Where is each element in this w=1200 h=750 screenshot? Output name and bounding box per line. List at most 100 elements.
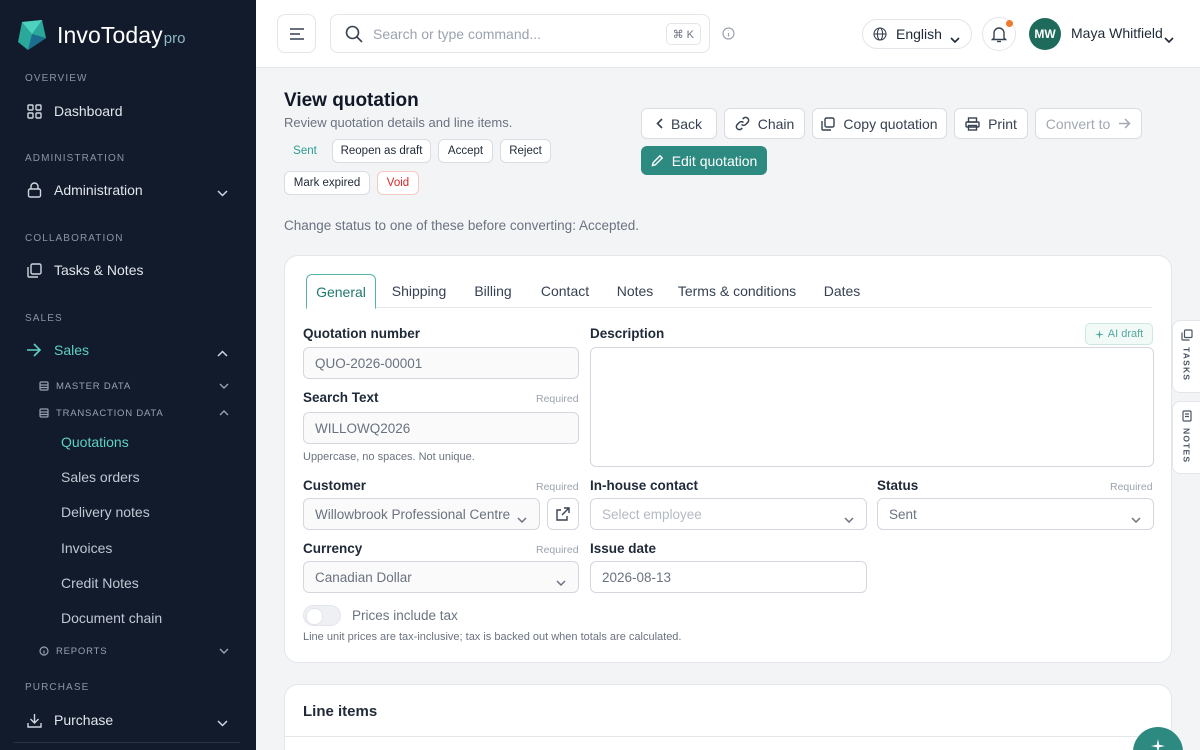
tab-general[interactable]: General [306,274,376,309]
sidebar-group-transaction-data[interactable]: TRANSACTION DATA [39,403,239,423]
tab-dates[interactable]: Dates [812,274,872,308]
sidebar-item-label: Sales [54,342,90,358]
sidebar-group-reports[interactable]: REPORTS [39,641,239,661]
status-select[interactable]: Sent [877,498,1154,530]
divider [285,736,1171,737]
open-customer-button[interactable] [547,498,579,530]
reopen-draft-button[interactable]: Reopen as draft [332,139,431,163]
sidebar-item-invoices[interactable]: Invoices [61,540,112,556]
lock-icon [26,182,42,198]
sidebar-item-sales[interactable]: Sales [0,333,256,367]
notification-dot [1006,20,1013,27]
brand[interactable]: InvoToday pro [18,20,185,50]
prices-include-tax-toggle[interactable] [303,605,341,626]
quotation-number-label: Quotation number [303,326,420,341]
line-items-title: Line items [303,703,378,720]
menu-toggle-button[interactable] [277,14,316,53]
sidebar-item-label: Tasks & Notes [54,262,144,278]
sidebar-item-tasks-notes[interactable]: Tasks & Notes [0,253,256,287]
search-box[interactable]: ⌘ K [330,14,710,53]
chevron-up-icon [217,344,228,360]
tab-contact[interactable]: Contact [532,274,598,308]
required-marker: Required [1110,481,1153,493]
link-icon [735,116,750,131]
sidebar-item-credit-notes[interactable]: Credit Notes [61,575,139,591]
tab-shipping[interactable]: Shipping [384,274,454,308]
chain-label: Chain [757,115,795,132]
currency-select[interactable]: Canadian Dollar [303,561,579,593]
avatar[interactable]: MW [1029,18,1061,50]
issue-date-field[interactable]: 2026-08-13 [590,561,867,593]
language-select[interactable]: English [862,19,972,49]
back-label: Back [670,115,703,132]
ai-draft-button[interactable]: AI draft [1085,323,1153,345]
search-text-field[interactable]: WILLOWQ2026 [303,412,579,444]
convert-to-button[interactable]: Convert to [1035,108,1142,139]
status-badge: Sent [293,145,317,157]
print-button[interactable]: Print [954,108,1028,139]
chevron-down-icon[interactable] [1164,30,1174,48]
currency-label: Currency [303,541,363,556]
chain-button[interactable]: Chain [724,108,805,139]
description-textarea[interactable] [590,347,1154,467]
customer-label: Customer [303,478,367,493]
sidebar-item-sales-orders[interactable]: Sales orders [61,469,140,485]
menu-icon [289,27,304,40]
brand-name: InvoToday [57,21,163,48]
section-overview: OVERVIEW [25,73,88,84]
database-icon [39,380,51,392]
divider [14,742,240,743]
customer-select[interactable]: Willowbrook Professional Centre [303,498,540,530]
search-input[interactable] [373,25,653,42]
print-label: Print [988,115,1017,132]
sidebar-group-label: TRANSACTION DATA [56,407,164,419]
edit-quotation-button[interactable]: Edit quotation [641,146,767,175]
language-label: English [896,26,942,42]
chevron-down-icon [844,511,854,526]
info-icon[interactable] [722,27,735,45]
search-icon [345,25,363,43]
sidebar-item-label: Dashboard [54,103,123,119]
inhouse-contact-label: In-house contact [590,478,699,493]
sidebar-item-delivery-notes[interactable]: Delivery notes [61,504,150,520]
chevron-left-icon [656,118,663,129]
page-subtitle: Review quotation details and line items. [284,115,513,130]
globe-icon [873,27,887,41]
quotation-number-field[interactable]: QUO-2026-00001 [303,347,579,379]
tab-billing[interactable]: Billing [464,274,522,308]
edit-label: Edit quotation [671,152,758,169]
tab-notes[interactable]: Notes [608,274,662,308]
copy-icon [26,262,42,278]
convert-label: Convert to [1045,115,1111,132]
tasks-side-tab[interactable]: TASKS [1172,320,1200,393]
grid-icon [26,103,42,119]
void-button[interactable]: Void [377,171,419,195]
sidebar-item-document-chain[interactable]: Document chain [61,610,162,626]
mark-expired-button[interactable]: Mark expired [284,171,370,195]
sidebar-group-label: REPORTS [56,645,108,657]
sidebar-item-purchase[interactable]: Purchase [0,703,256,737]
inhouse-contact-select[interactable]: Select employee [590,498,867,530]
reject-button[interactable]: Reject [500,139,551,163]
notifications-button[interactable] [982,17,1016,51]
search-text-label: Search Text [303,390,379,405]
tab-terms-conditions[interactable]: Terms & conditions [672,274,802,308]
back-button[interactable]: Back [641,108,717,139]
external-link-icon [556,507,570,521]
currency-value: Canadian Dollar [315,569,412,585]
sidebar-group-label: MASTER DATA [56,380,131,392]
copy-quotation-button[interactable]: Copy quotation [812,108,947,139]
section-collaboration: COLLABORATION [25,233,124,244]
sidebar-item-administration[interactable]: Administration [0,173,256,207]
required-marker: Required [536,481,579,493]
section-administration: ADMINISTRATION [25,153,126,164]
chevron-down-icon [950,30,960,46]
status-hint: Change status to one of these before con… [284,218,639,233]
user-name[interactable]: Maya Whitfield [1071,25,1163,41]
notes-side-tab[interactable]: NOTES [1172,401,1200,474]
accept-button[interactable]: Accept [438,139,493,163]
sidebar-item-dashboard[interactable]: Dashboard [0,94,256,128]
sidebar-item-quotations[interactable]: Quotations [61,434,129,450]
topbar: ⌘ K English MW Maya Whitfield [256,0,1200,68]
sidebar-group-master-data[interactable]: MASTER DATA [39,376,239,396]
